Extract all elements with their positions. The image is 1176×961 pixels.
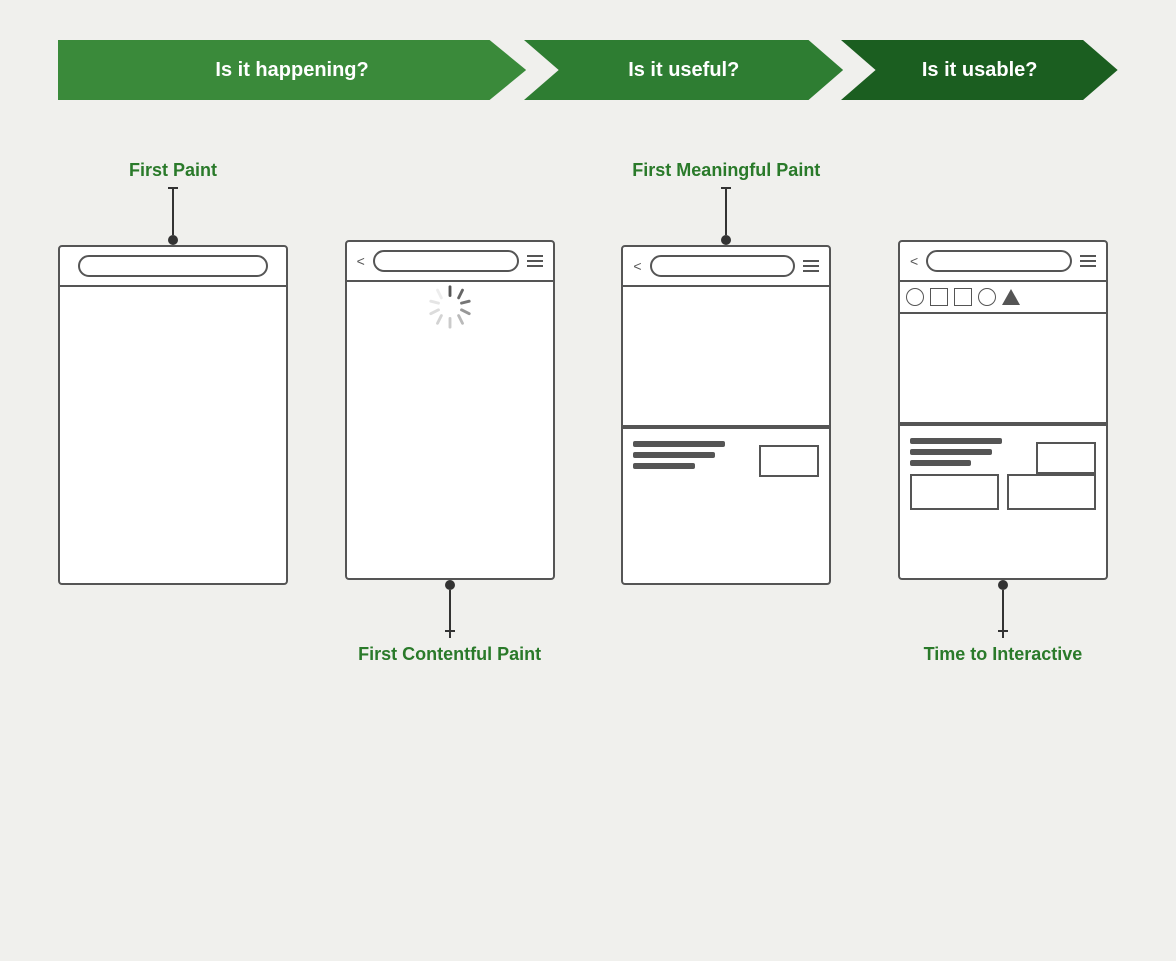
line2 bbox=[633, 452, 715, 458]
mockup2-header: < bbox=[347, 242, 553, 282]
first-meaningful-label: First Meaningful Paint bbox=[632, 160, 820, 181]
first-paint-tick bbox=[172, 187, 174, 195]
mockup3-header: < bbox=[623, 247, 829, 287]
col-first-meaningful: First Meaningful Paint < bbox=[611, 160, 841, 585]
banner-label-1: Is it happening? bbox=[215, 59, 368, 82]
banner-label-3: Is it usable? bbox=[922, 59, 1038, 82]
mockup3-button bbox=[759, 445, 819, 477]
mockups-area: First Paint < bbox=[58, 160, 1118, 665]
first-meaningful-connector-above: First Meaningful Paint bbox=[632, 160, 820, 245]
first-meaningful-dot bbox=[721, 235, 731, 245]
tab-icon-circle1 bbox=[906, 288, 924, 306]
time-interactive-label: Time to Interactive bbox=[924, 644, 1083, 665]
mockup3-content bbox=[623, 427, 829, 489]
col-time-interactive: < bbox=[888, 240, 1118, 665]
mockup3-text-lines bbox=[633, 441, 735, 469]
col-first-contentful: < bbox=[335, 240, 565, 665]
time-interactive-tick bbox=[1002, 630, 1004, 638]
time-interactive-line bbox=[1002, 590, 1004, 630]
tab-icon-triangle bbox=[1002, 289, 1020, 305]
menu-line-1 bbox=[527, 255, 543, 257]
mockup1-header bbox=[60, 247, 286, 287]
first-contentful-dot bbox=[445, 580, 455, 590]
mockup4-bottom-buttons bbox=[910, 474, 1096, 510]
mockup4-body bbox=[900, 314, 1106, 522]
mockup4-back: < bbox=[910, 253, 918, 269]
line3 bbox=[633, 463, 694, 469]
mockup-first-paint bbox=[58, 245, 288, 585]
menu4-line-1 bbox=[1080, 255, 1096, 257]
banner-arrow-2: Is it useful? bbox=[524, 40, 843, 100]
col-first-paint: First Paint bbox=[58, 160, 288, 585]
line4-1 bbox=[910, 438, 1002, 444]
mockup2-body bbox=[347, 282, 553, 330]
mockup4-tabs bbox=[900, 282, 1106, 314]
mockup3-body bbox=[623, 287, 829, 489]
mockup2-back: < bbox=[357, 253, 365, 269]
mockup-time-interactive: < bbox=[898, 240, 1108, 580]
mockup3-menu bbox=[803, 260, 819, 272]
mockup4-content bbox=[900, 424, 1106, 522]
first-paint-dot bbox=[168, 235, 178, 245]
mockup3-back: < bbox=[633, 258, 641, 274]
line4-2 bbox=[910, 449, 992, 455]
mockup3-image bbox=[623, 287, 829, 427]
menu3-line-3 bbox=[803, 270, 819, 272]
first-paint-label: First Paint bbox=[129, 160, 217, 181]
mockup2-spinner bbox=[347, 282, 553, 330]
mockup4-image bbox=[900, 314, 1106, 424]
mockup3-searchbar bbox=[650, 255, 796, 277]
mockup4-menu bbox=[1080, 255, 1096, 267]
first-contentful-line bbox=[449, 590, 451, 630]
mockup4-text-lines bbox=[910, 438, 1012, 466]
tab-icon-circle2 bbox=[978, 288, 996, 306]
line4-3 bbox=[910, 460, 971, 466]
line1 bbox=[633, 441, 725, 447]
banner: Is it happening? Is it useful? Is it usa… bbox=[58, 40, 1118, 100]
menu4-line-3 bbox=[1080, 265, 1096, 267]
mockup2-searchbar bbox=[373, 250, 519, 272]
loading-spinner-svg bbox=[426, 282, 474, 330]
first-contentful-label: First Contentful Paint bbox=[358, 644, 541, 665]
menu3-line-2 bbox=[803, 265, 819, 267]
first-paint-connector-above: First Paint bbox=[129, 160, 217, 245]
first-meaningful-tick bbox=[725, 187, 727, 195]
banner-arrow-1: Is it happening? bbox=[58, 40, 526, 100]
first-contentful-connector-below: First Contentful Paint bbox=[358, 580, 541, 665]
mockup4-searchbar bbox=[926, 250, 1072, 272]
bottom-btn-2 bbox=[1007, 474, 1096, 510]
menu3-line-1 bbox=[803, 260, 819, 262]
menu-line-2 bbox=[527, 260, 543, 262]
mockup4-header: < bbox=[900, 242, 1106, 282]
banner-arrow-3: Is it usable? bbox=[841, 40, 1118, 100]
mockup-first-meaningful: < bbox=[621, 245, 831, 585]
tab-icon-square1 bbox=[930, 288, 948, 306]
mockup4-button bbox=[1036, 442, 1096, 474]
bottom-btn-1 bbox=[910, 474, 999, 510]
first-meaningful-line bbox=[725, 195, 727, 235]
mockup1-searchbar bbox=[78, 255, 268, 277]
menu-line-3 bbox=[527, 265, 543, 267]
banner-label-2: Is it useful? bbox=[628, 59, 739, 82]
first-contentful-tick bbox=[449, 630, 451, 638]
first-paint-line bbox=[172, 195, 174, 235]
menu4-line-2 bbox=[1080, 260, 1096, 262]
time-interactive-dot bbox=[998, 580, 1008, 590]
time-interactive-connector-below: Time to Interactive bbox=[924, 580, 1083, 665]
mockup2-menu bbox=[527, 255, 543, 267]
tab-icon-square2 bbox=[954, 288, 972, 306]
mockup-first-contentful: < bbox=[345, 240, 555, 580]
